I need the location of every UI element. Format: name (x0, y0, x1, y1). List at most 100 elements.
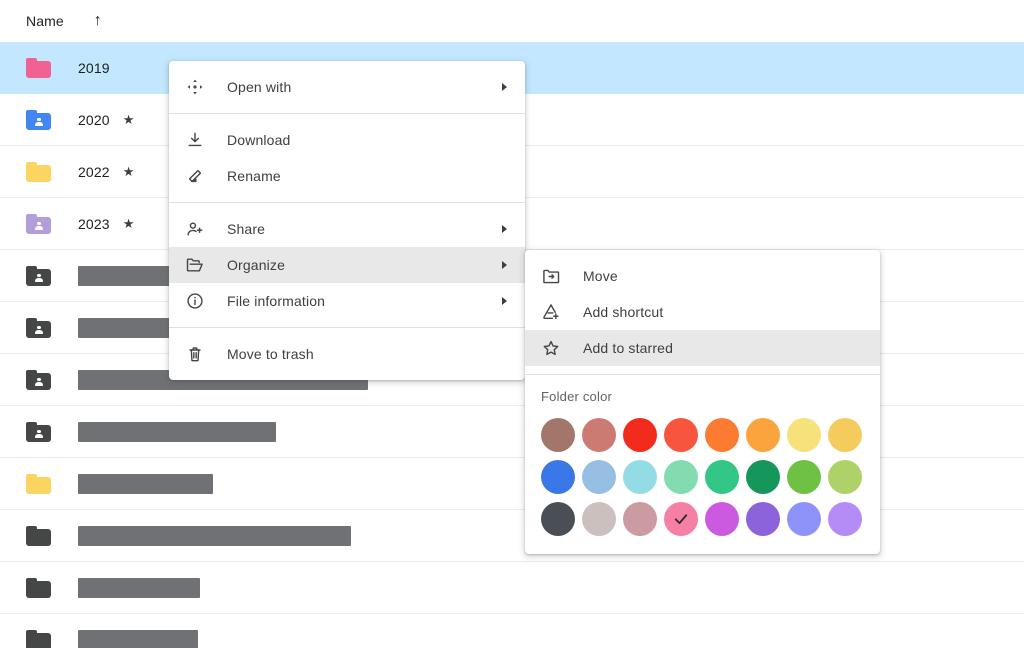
shared-person-badge-icon (35, 377, 43, 387)
folder-icon (26, 525, 51, 546)
menu-item-label: File information (227, 293, 326, 309)
add-shortcut-icon (541, 302, 567, 322)
move-folder-icon (541, 266, 567, 286)
menu-item-label: Open with (227, 79, 292, 95)
shared-person-badge-icon (35, 273, 43, 283)
color-swatch-dusty-rose[interactable] (582, 418, 616, 452)
organize-folder-icon (185, 255, 211, 275)
redacted-file-name (78, 525, 351, 546)
starred-icon[interactable]: ★ (123, 113, 135, 126)
submenu-item-label: Add to starred (583, 340, 674, 356)
color-swatch-pink[interactable] (664, 502, 698, 536)
color-swatch-mint[interactable] (664, 460, 698, 494)
share-person-add-icon (185, 219, 211, 239)
folder-icon (26, 421, 51, 442)
folder-icon (26, 473, 51, 494)
folder-icon (26, 369, 51, 390)
column-header-name[interactable]: Name (26, 13, 64, 29)
redacted-file-name (78, 577, 200, 598)
menu-item-label: Move to trash (227, 346, 314, 362)
color-swatch-cyan[interactable] (623, 460, 657, 494)
submenu-chevron-icon (502, 225, 507, 233)
color-swatch-amber[interactable] (746, 418, 780, 452)
folder-icon (26, 629, 51, 648)
folder-color-title: Folder color (541, 389, 613, 404)
starred-icon[interactable]: ★ (123, 165, 135, 178)
check-icon (674, 514, 688, 525)
table-row[interactable] (0, 614, 1024, 648)
sort-ascending-arrow-icon[interactable]: ↑ (94, 13, 102, 29)
list-header: Name ↑ (0, 0, 1024, 42)
color-swatch-purple[interactable] (746, 502, 780, 536)
menu-divider (169, 327, 525, 328)
submenu-item-add-shortcut[interactable]: Add shortcut (525, 294, 880, 330)
organize-submenu: Move Add shortcut Add to starred Folder co… (525, 250, 880, 554)
color-swatch-periwinkle[interactable] (787, 502, 821, 536)
submenu-item-label: Move (583, 268, 618, 284)
menu-item-label: Download (227, 132, 291, 148)
color-swatch-light-blue[interactable] (582, 460, 616, 494)
folder-icon (26, 265, 51, 286)
color-swatch-orange[interactable] (705, 418, 739, 452)
color-swatch-brown[interactable] (541, 418, 575, 452)
submenu-chevron-icon (502, 83, 507, 91)
menu-item-label: Rename (227, 168, 281, 184)
folder-icon (26, 213, 51, 234)
color-swatch-red[interactable] (623, 418, 657, 452)
menu-item-label: Organize (227, 257, 286, 273)
color-swatch-light-purple[interactable] (828, 502, 862, 536)
file-name: 2020 (78, 111, 110, 128)
menu-divider (169, 202, 525, 203)
folder-color-section: Folder color (525, 375, 880, 554)
starred-icon[interactable]: ★ (123, 217, 135, 230)
menu-item-download[interactable]: Download (169, 122, 525, 158)
submenu-item-label: Add shortcut (583, 304, 664, 320)
menu-item-organize[interactable]: Organize (169, 247, 525, 283)
submenu-item-move[interactable]: Move (525, 258, 880, 294)
color-swatch-dark-gray[interactable] (541, 502, 575, 536)
menu-item-label: Share (227, 221, 266, 237)
submenu-item-add-to-starred[interactable]: Add to starred (525, 330, 880, 366)
folder-color-grid (541, 418, 864, 538)
redacted-file-name (78, 421, 276, 442)
folder-icon (26, 57, 51, 78)
submenu-chevron-icon (502, 297, 507, 305)
color-swatch-green[interactable] (787, 460, 821, 494)
menu-item-rename[interactable]: Rename (169, 158, 525, 194)
color-swatch-light-green[interactable] (828, 460, 862, 494)
context-menu: Open with Download Rename Share Organize File… (169, 61, 525, 380)
folder-icon (26, 161, 51, 182)
folder-icon (26, 317, 51, 338)
menu-item-share[interactable]: Share (169, 211, 525, 247)
color-swatch-blue[interactable] (541, 460, 575, 494)
shared-person-badge-icon (35, 325, 43, 335)
menu-item-move-to-trash[interactable]: Move to trash (169, 336, 525, 372)
color-swatch-coral[interactable] (664, 418, 698, 452)
color-swatch-golden[interactable] (828, 418, 862, 452)
download-icon (185, 130, 211, 150)
shared-person-badge-icon (35, 429, 43, 439)
file-name: 2022 (78, 163, 110, 180)
shared-person-badge-icon (35, 221, 43, 231)
color-swatch-dark-green[interactable] (746, 460, 780, 494)
open-with-icon (185, 77, 211, 97)
folder-icon (26, 577, 51, 598)
menu-item-file-information[interactable]: File information (169, 283, 525, 319)
file-name: 2023 (78, 215, 110, 232)
shared-person-badge-icon (35, 117, 43, 127)
color-swatch-warm-gray[interactable] (582, 502, 616, 536)
rename-pencil-icon (185, 166, 211, 186)
menu-item-open-with[interactable]: Open with (169, 69, 525, 105)
trash-icon (185, 344, 211, 364)
info-circle-icon (185, 291, 211, 311)
color-swatch-magenta[interactable] (705, 502, 739, 536)
star-outline-icon (541, 338, 567, 358)
table-row[interactable] (0, 562, 1024, 614)
color-swatch-dusty-pink[interactable] (623, 502, 657, 536)
file-manager-screen: Name ↑ 2019 2020 ★ 2022 ★ 2023 ★ Open with Down… (0, 0, 1024, 648)
color-swatch-light-yellow[interactable] (787, 418, 821, 452)
folder-icon (26, 109, 51, 130)
color-swatch-emerald[interactable] (705, 460, 739, 494)
file-name: 2019 (78, 59, 110, 76)
menu-divider (169, 113, 525, 114)
